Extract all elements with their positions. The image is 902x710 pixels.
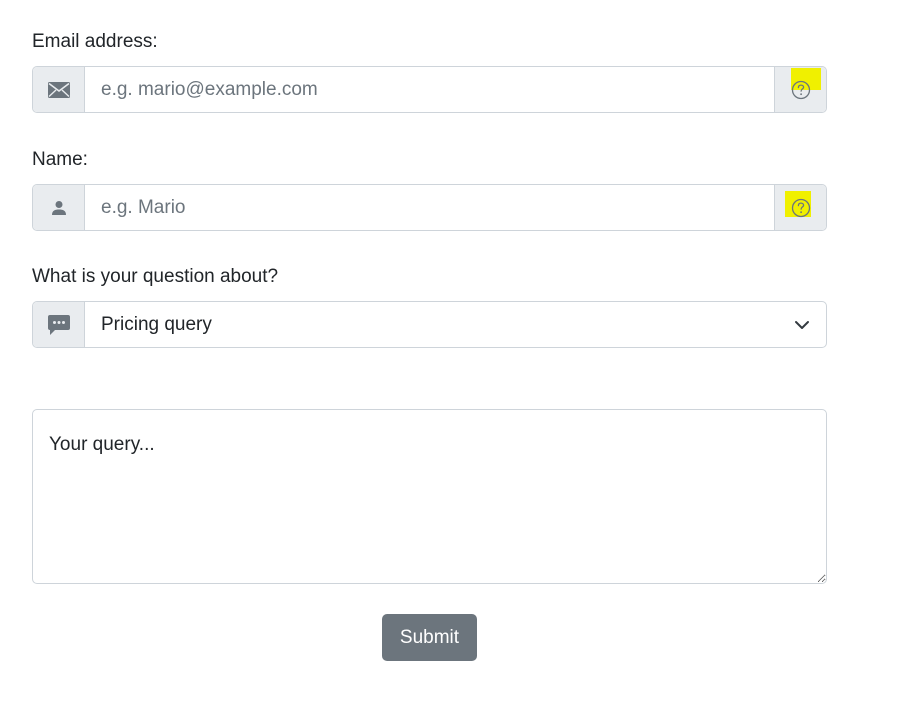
- topic-input-group: Pricing query: [32, 301, 827, 348]
- topic-label: What is your question about?: [32, 266, 279, 287]
- person-icon: [51, 200, 66, 215]
- question-circle-icon[interactable]: [791, 80, 811, 100]
- name-addon: [33, 185, 85, 230]
- email-input[interactable]: [85, 67, 774, 112]
- query-textarea[interactable]: [32, 409, 827, 584]
- question-circle-icon[interactable]: [791, 198, 811, 218]
- name-input-group: [32, 184, 827, 231]
- submit-button[interactable]: Submit: [382, 614, 477, 661]
- email-label: Email address:: [32, 31, 158, 52]
- chevron-down-icon: [795, 320, 809, 329]
- email-addon: [33, 67, 85, 112]
- name-label: Name:: [32, 149, 88, 170]
- name-help-addon[interactable]: [774, 185, 826, 230]
- envelope-icon: [47, 81, 70, 98]
- email-input-group: [32, 66, 827, 113]
- topic-addon: [33, 302, 85, 347]
- name-input[interactable]: [85, 185, 774, 230]
- email-help-addon[interactable]: [774, 67, 826, 112]
- topic-select[interactable]: Pricing query: [85, 302, 826, 347]
- topic-select-value: Pricing query: [101, 313, 212, 335]
- chat-dots-icon: [47, 314, 70, 335]
